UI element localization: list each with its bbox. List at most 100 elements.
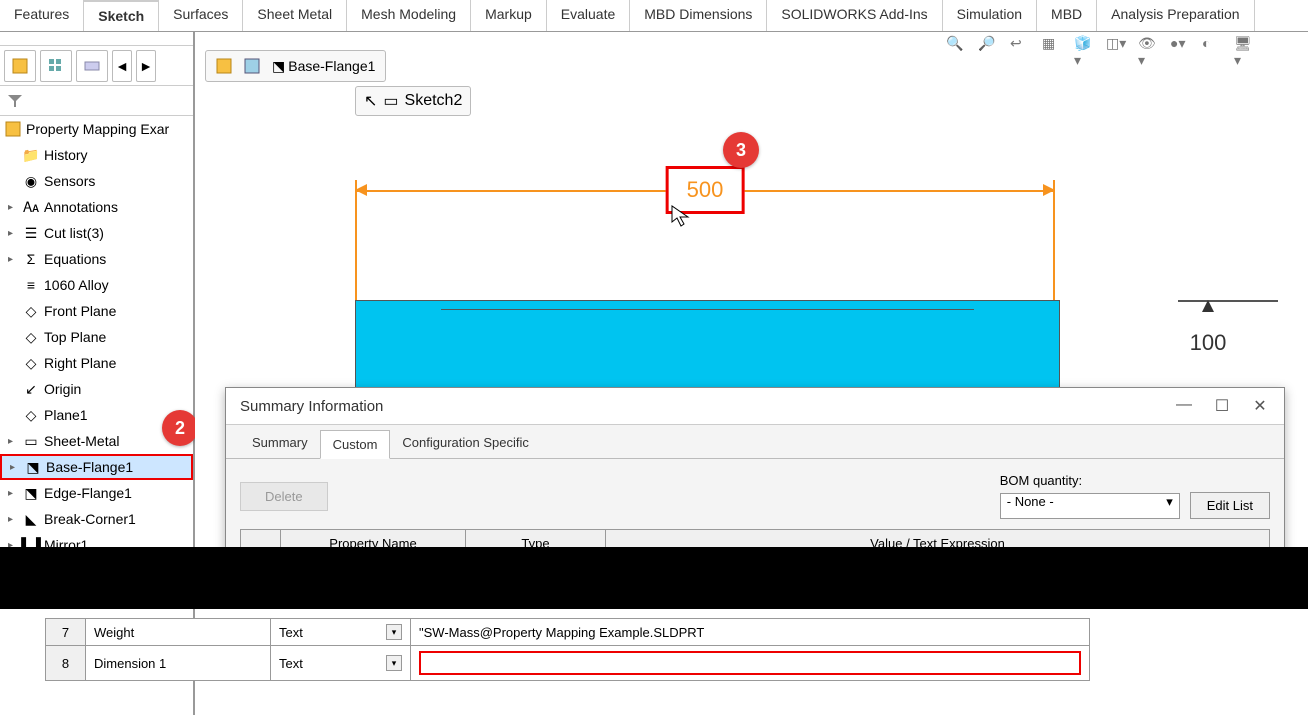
model-face[interactable] — [355, 300, 1060, 388]
minimize-button[interactable]: — — [1174, 396, 1194, 416]
part-icon — [4, 120, 22, 138]
tree-item-cutlist[interactable]: ▸☰Cut list(3) — [0, 220, 193, 246]
config-manager-tab-icon[interactable] — [76, 50, 108, 82]
panel-nav-right-icon[interactable]: ► — [136, 50, 156, 82]
feature-tree-tab-icon[interactable] — [4, 50, 36, 82]
origin-icon: ↙ — [22, 380, 40, 398]
tree-item-material[interactable]: ≡1060 Alloy — [0, 272, 193, 298]
flange-icon: ⬔ — [22, 484, 40, 502]
edit-list-button[interactable]: Edit List — [1190, 492, 1270, 519]
callout-2: 2 — [162, 410, 198, 446]
tab-summary[interactable]: Summary — [240, 429, 320, 458]
torn-edge-decoration — [0, 547, 1308, 609]
appearance-icon[interactable]: ●▾ — [1170, 35, 1194, 59]
tab-features[interactable]: Features — [0, 0, 84, 31]
breadcrumb-sketch[interactable]: ↖ ▭ Sketch2 — [355, 86, 471, 116]
breadcrumb-feature[interactable]: ⬔Base-Flange1 — [268, 56, 379, 77]
folder-icon: 📁 — [22, 146, 40, 164]
tree-item-annotations[interactable]: ▸🗛Annotations — [0, 194, 193, 220]
breadcrumb-part-icon[interactable] — [212, 56, 236, 76]
graphics-viewport[interactable]: 🔍 🔎 ↩ ▦ 🧊▾ ◫▾ 👁▾ ●▾ ◐ 🖥▾ ⬔Base-Flange1 ↖… — [195, 32, 1308, 715]
view-orientation-icon[interactable]: 🧊▾ — [1074, 35, 1098, 59]
annotation-icon: 🗛 — [22, 198, 40, 216]
property-type-cell[interactable]: Text▾ — [271, 646, 411, 681]
filter-icon — [6, 92, 24, 110]
dialog-tabs: Summary Custom Configuration Specific — [226, 425, 1284, 459]
dimension-value-100: 100 — [1178, 330, 1238, 356]
tab-mbd[interactable]: MBD — [1037, 0, 1097, 31]
display-style-icon[interactable]: ◫▾ — [1106, 35, 1130, 59]
tree-item-front-plane[interactable]: ◇Front Plane — [0, 298, 193, 324]
summary-information-dialog: Summary Information — ☐ ✕ Summary Custom… — [225, 387, 1285, 573]
tab-analysis-prep[interactable]: Analysis Preparation — [1097, 0, 1254, 31]
tree-item-equations[interactable]: ▸ΣEquations — [0, 246, 193, 272]
corner-icon: ◣ — [22, 510, 40, 528]
dialog-titlebar[interactable]: Summary Information — ☐ ✕ — [226, 388, 1284, 425]
tab-mbd-dimensions[interactable]: MBD Dimensions — [630, 0, 767, 31]
feature-manager-panel: ◄ ► Property Mapping Exar 📁History ◉Sens… — [0, 32, 195, 715]
callout-3: 3 — [723, 132, 759, 168]
tree-item-edge-flange1[interactable]: ▸⬔Edge-Flange1 — [0, 480, 193, 506]
view-settings-icon[interactable]: 🖥▾ — [1234, 35, 1258, 59]
model-edge — [441, 309, 974, 310]
feature-tree: Property Mapping Exar 📁History ◉Sensors … — [0, 116, 193, 584]
breadcrumb-body-icon[interactable] — [240, 56, 264, 76]
tree-item-origin[interactable]: ↙Origin — [0, 376, 193, 402]
previous-view-icon[interactable]: ↩ — [1010, 35, 1034, 59]
bom-quantity-select[interactable]: - None -▾ — [1000, 493, 1180, 519]
value-input-highlighted[interactable] — [419, 651, 1081, 675]
property-manager-tab-icon[interactable] — [40, 50, 72, 82]
tree-item-right-plane[interactable]: ◇Right Plane — [0, 350, 193, 376]
material-icon: ≡ — [22, 276, 40, 294]
tree-root[interactable]: Property Mapping Exar — [0, 116, 193, 142]
plane-icon: ◇ — [22, 302, 40, 320]
tab-addins[interactable]: SOLIDWORKS Add-Ins — [767, 0, 942, 31]
scene-icon[interactable]: ◐ — [1202, 35, 1226, 59]
tree-item-top-plane[interactable]: ◇Top Plane — [0, 324, 193, 350]
tab-surfaces[interactable]: Surfaces — [159, 0, 243, 31]
tree-item-history[interactable]: 📁History — [0, 142, 193, 168]
zoom-fit-icon[interactable]: 🔍 — [946, 35, 970, 59]
tab-config-specific[interactable]: Configuration Specific — [390, 429, 540, 458]
cutlist-icon: ☰ — [22, 224, 40, 242]
dialog-title: Summary Information — [240, 398, 383, 415]
property-type-cell[interactable]: Text▾ — [271, 619, 411, 646]
property-name-cell[interactable]: Weight — [86, 619, 271, 646]
tree-item-sensors[interactable]: ◉Sensors — [0, 168, 193, 194]
tab-simulation[interactable]: Simulation — [943, 0, 1037, 31]
tab-mesh-modeling[interactable]: Mesh Modeling — [347, 0, 471, 31]
flange-icon: ⬔ — [24, 458, 42, 476]
panel-nav-left-icon[interactable]: ◄ — [112, 50, 132, 82]
delete-button[interactable]: Delete — [240, 482, 328, 511]
tab-custom[interactable]: Custom — [320, 430, 391, 459]
plane-icon: ◇ — [22, 406, 40, 424]
chevron-down-icon[interactable]: ▾ — [386, 655, 402, 671]
hide-show-icon[interactable]: 👁▾ — [1138, 35, 1162, 59]
breadcrumb[interactable]: ⬔Base-Flange1 — [205, 50, 386, 82]
zoom-area-icon[interactable]: 🔎 — [978, 35, 1002, 59]
tab-evaluate[interactable]: Evaluate — [547, 0, 630, 31]
tab-sketch[interactable]: Sketch — [84, 0, 159, 31]
dimension-horizontal[interactable]: 500 — [355, 180, 1055, 200]
table-row[interactable]: 8 Dimension 1 Text▾ — [46, 646, 1090, 681]
sheetmetal-icon: ▭ — [22, 432, 40, 450]
row-number: 8 — [46, 646, 86, 681]
tab-markup[interactable]: Markup — [471, 0, 547, 31]
dimension-value-500[interactable]: 500 — [666, 166, 745, 214]
ribbon-tabs: Features Sketch Surfaces Sheet Metal Mes… — [0, 0, 1308, 32]
close-button[interactable]: ✕ — [1250, 396, 1270, 416]
tree-item-base-flange1[interactable]: ▸⬔Base-Flange1 — [0, 454, 193, 480]
tree-item-break-corner1[interactable]: ▸◣Break-Corner1 — [0, 506, 193, 532]
property-name-cell[interactable]: Dimension 1 — [86, 646, 271, 681]
table-row[interactable]: 7 Weight Text▾ "SW-Mass@Property Mapping… — [46, 619, 1090, 646]
row-number: 7 — [46, 619, 86, 646]
maximize-button[interactable]: ☐ — [1212, 396, 1232, 416]
chevron-down-icon[interactable]: ▾ — [386, 624, 402, 640]
filter-row[interactable] — [0, 86, 193, 116]
dimension-vertical[interactable]: 100 — [1178, 300, 1238, 374]
property-value-cell[interactable]: "SW-Mass@Property Mapping Example.SLDPRT — [411, 619, 1090, 646]
property-value-cell[interactable] — [411, 646, 1090, 681]
bom-quantity-label: BOM quantity: — [1000, 473, 1270, 488]
tab-sheet-metal[interactable]: Sheet Metal — [243, 0, 347, 31]
section-view-icon[interactable]: ▦ — [1042, 35, 1066, 59]
